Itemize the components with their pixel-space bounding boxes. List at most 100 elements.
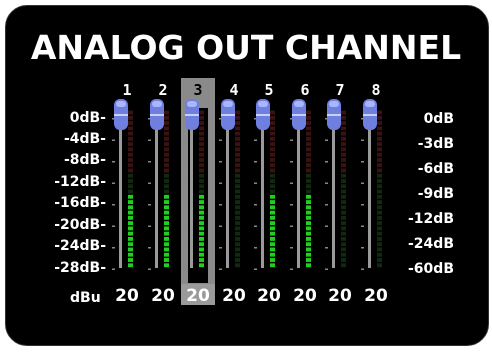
- meter-segment: [199, 163, 204, 168]
- meter-segment: [199, 194, 204, 199]
- meter-segment: [164, 194, 169, 199]
- meter-segment: [306, 247, 311, 252]
- fader-tick: [290, 247, 293, 249]
- meter-segment: [341, 200, 346, 204]
- fader-tick: [325, 268, 328, 270]
- meter-segment: [235, 136, 240, 141]
- meter-segment: [270, 226, 275, 231]
- meter-segment: [235, 258, 240, 262]
- fader-tick: [290, 268, 293, 270]
- meter-segment: [306, 158, 311, 162]
- meter-segment: [199, 210, 204, 215]
- meter-segment: [377, 121, 382, 125]
- meter-segment: [341, 242, 346, 247]
- fader-knob[interactable]: [363, 99, 377, 130]
- channel-value-5[interactable]: 20: [252, 287, 286, 305]
- fader-tick: [112, 225, 115, 227]
- meter-segment: [306, 163, 311, 168]
- meter-segment: [164, 263, 169, 268]
- meter-segment: [164, 147, 169, 152]
- meter-segment: [199, 242, 204, 247]
- fader-tick: [148, 139, 151, 141]
- meter-segment: [199, 142, 204, 147]
- fader-tick: [254, 139, 257, 141]
- meter-segment: [199, 152, 204, 157]
- meter-segment: [199, 184, 204, 189]
- meter-segment: [377, 215, 382, 220]
- channel-value-8[interactable]: 20: [359, 287, 393, 305]
- fader-tick: [148, 182, 151, 184]
- meter-segment: [164, 163, 169, 168]
- fader-track: [190, 110, 193, 268]
- fader-tick: [254, 204, 257, 206]
- channel-value-2[interactable]: 20: [146, 287, 180, 305]
- meter-segment: [235, 200, 240, 204]
- meter-segment: [341, 152, 346, 157]
- meter-segment: [306, 131, 311, 136]
- meter-segment: [377, 152, 382, 157]
- channel-value-7[interactable]: 20: [323, 287, 357, 305]
- meter-segment: [341, 231, 346, 236]
- meter-segment: [377, 115, 382, 120]
- meter-segment: [235, 152, 240, 157]
- fader-tick: [325, 247, 328, 249]
- meter-segment: [341, 210, 346, 215]
- channel-value-1[interactable]: 20: [110, 287, 144, 305]
- channel-value-4[interactable]: 20: [217, 287, 251, 305]
- meter-segment: [377, 194, 382, 199]
- meter-segment: [341, 184, 346, 189]
- fader-knob[interactable]: [292, 99, 306, 130]
- meter-segment: [235, 173, 240, 178]
- meter-segment: [341, 131, 346, 136]
- meter-segment: [270, 136, 275, 141]
- meter-segment: [270, 247, 275, 252]
- meter-segment: [377, 200, 382, 204]
- channel-value-3[interactable]: 20: [181, 287, 215, 305]
- meter-segment: [235, 142, 240, 147]
- meter-segment: [199, 263, 204, 268]
- fader-tick: [183, 139, 186, 141]
- fader-knob[interactable]: [327, 99, 341, 130]
- meter-segment: [235, 158, 240, 162]
- meter-segment: [235, 131, 240, 136]
- meter-segment: [377, 226, 382, 231]
- meter-segment: [306, 258, 311, 262]
- meter-segment: [164, 142, 169, 147]
- meter-segment: [270, 242, 275, 247]
- meter-segment: [128, 115, 133, 120]
- meter-segment: [128, 263, 133, 268]
- meter-segment: [270, 231, 275, 236]
- fader-tick: [112, 161, 115, 163]
- fader-knob[interactable]: [150, 99, 164, 130]
- meter-segment: [164, 247, 169, 252]
- meter-segment: [377, 163, 382, 168]
- fader-knob[interactable]: [185, 99, 199, 130]
- meter-segment: [128, 184, 133, 189]
- fader-tick: [183, 268, 186, 270]
- fader-track: [261, 110, 264, 268]
- fader-tick: [254, 268, 257, 270]
- fader-knob[interactable]: [221, 99, 235, 130]
- meter-segment: [341, 252, 346, 257]
- meter-segment: [164, 237, 169, 241]
- channel-value-6[interactable]: 20: [288, 287, 322, 305]
- meter-segment: [235, 237, 240, 241]
- meter-segment: [306, 242, 311, 247]
- fader-tick: [183, 161, 186, 163]
- meter-segment: [306, 179, 311, 183]
- fader-tick: [290, 139, 293, 141]
- fader-knob[interactable]: [256, 99, 270, 130]
- meter-segment: [164, 226, 169, 231]
- meter-segment: [235, 210, 240, 215]
- fader-tick: [361, 204, 364, 206]
- meter-segment: [270, 189, 275, 194]
- unit-label: dBu: [70, 290, 101, 306]
- meter-segment: [377, 205, 382, 210]
- fader-knob[interactable]: [114, 99, 128, 130]
- meter-segment: [164, 152, 169, 157]
- meter-segment: [235, 226, 240, 231]
- meter-segment: [235, 189, 240, 194]
- fader-tick: [254, 161, 257, 163]
- fader-tick: [112, 182, 115, 184]
- fader-track: [297, 110, 300, 268]
